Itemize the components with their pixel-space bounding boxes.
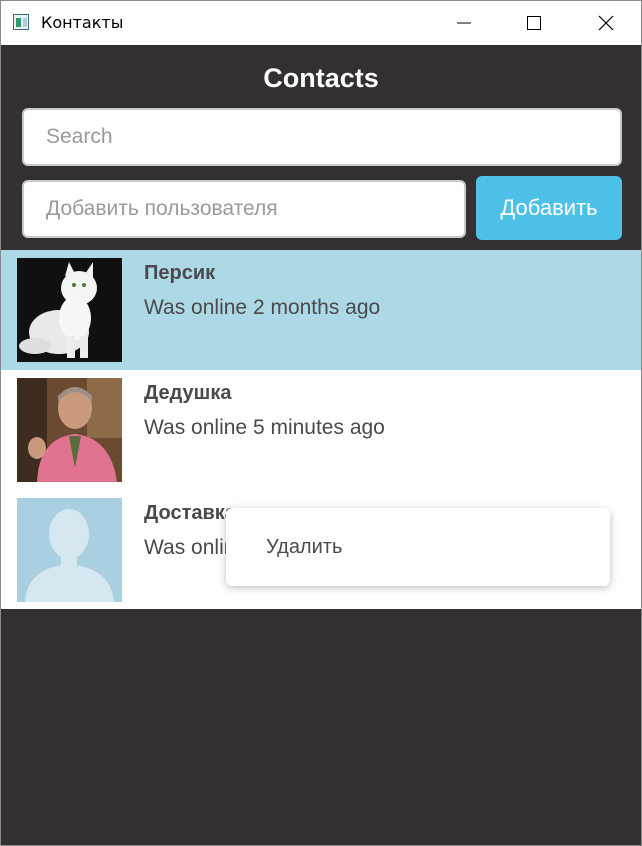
minimize-icon bbox=[457, 22, 471, 24]
page-title: Contacts bbox=[263, 63, 379, 93]
title-bar[interactable]: Контакты bbox=[1, 1, 641, 45]
contact-status: Was online 5 minutes ago bbox=[144, 416, 385, 439]
maximize-icon bbox=[527, 16, 541, 30]
app-icon bbox=[13, 14, 29, 30]
maximize-button[interactable] bbox=[511, 1, 557, 45]
minimize-button[interactable] bbox=[441, 1, 487, 45]
window-title: Контакты bbox=[41, 13, 124, 32]
contact-name: Доставка bbox=[144, 502, 236, 524]
avatar bbox=[17, 378, 122, 482]
contact-row-persik[interactable]: Персик Was online 2 months ago bbox=[1, 250, 641, 370]
add-user-button[interactable]: Добавить bbox=[476, 176, 622, 240]
contact-row-dedushka[interactable]: Дедушка Was online 5 minutes ago bbox=[1, 370, 641, 490]
search-input[interactable] bbox=[22, 108, 622, 166]
contact-name: Персик bbox=[144, 262, 216, 284]
default-avatar-icon bbox=[17, 498, 122, 602]
context-menu: Удалить bbox=[226, 508, 610, 586]
contact-name: Дедушка bbox=[144, 382, 232, 404]
close-button[interactable] bbox=[583, 1, 629, 45]
add-user-input[interactable] bbox=[22, 180, 466, 238]
menu-item-delete[interactable]: Удалить bbox=[226, 508, 610, 586]
app-window: Контакты Contacts Добавить bbox=[0, 0, 642, 846]
close-icon bbox=[598, 15, 614, 31]
contact-status: Was online 2 months ago bbox=[144, 296, 381, 319]
menu-item-label: Удалить bbox=[266, 536, 343, 558]
avatar bbox=[17, 258, 122, 362]
